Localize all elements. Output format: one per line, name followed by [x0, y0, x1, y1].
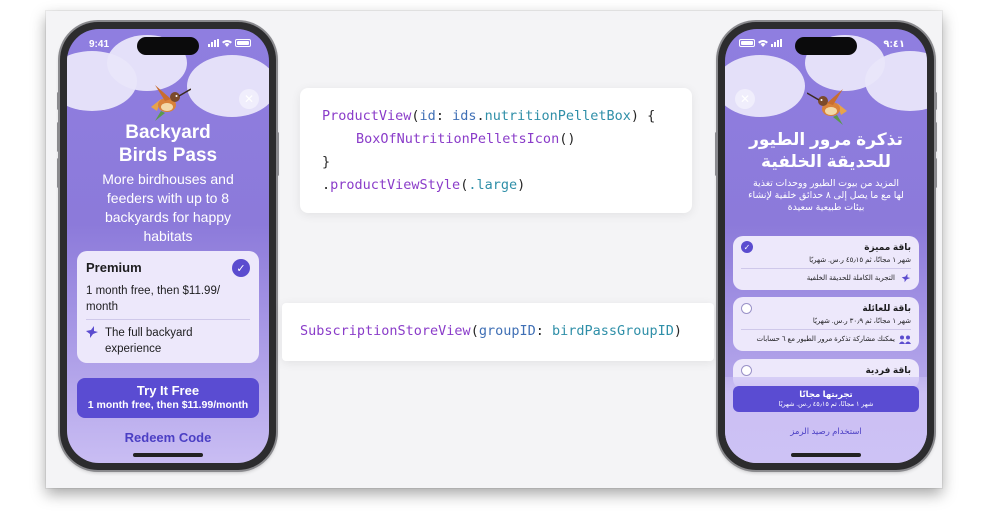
- home-indicator: [791, 453, 861, 457]
- status-time: 9:41: [89, 39, 110, 50]
- close-button[interactable]: ✕: [239, 89, 259, 109]
- status-icons: [208, 39, 251, 47]
- paywall-subtitle: More birdhouses and feeders with up to 8…: [102, 171, 234, 244]
- cta-sublabel: 1 month free, then $11.99/month: [87, 399, 249, 411]
- signal-icon: [208, 39, 219, 47]
- code-snippet-productview: ProductView(id: ids.nutritionPelletBox) …: [300, 88, 692, 213]
- paywall-subtitle: المزيد من بيوت الطيور ووحدات تغذية لها م…: [748, 178, 904, 213]
- close-button[interactable]: ✕: [735, 89, 755, 109]
- plan-option-premium[interactable]: Premium ✓ 1 month free, then $11.99/ mon…: [77, 251, 259, 363]
- plan-feature: التجربة الكاملة للحديقة الخلفية: [806, 275, 895, 282]
- cloud-decoration: [187, 55, 269, 117]
- dynamic-island: [137, 37, 199, 55]
- plan-name: باقة فردية: [865, 365, 911, 375]
- status-time: ٩:٤١: [883, 39, 905, 50]
- wifi-icon: [222, 40, 232, 47]
- plan-feature: The full backyard experience: [105, 327, 193, 355]
- side-button: [934, 92, 937, 110]
- plan-price: 1 month free, then $11.99/ month: [86, 285, 221, 313]
- left-paywall-screen: 9:41 ✕ Backyard Birds Pass More birdhous…: [67, 29, 269, 463]
- hummingbird-icon: [151, 85, 191, 121]
- side-button: [57, 92, 60, 110]
- side-button: [276, 132, 279, 176]
- redeem-code-link[interactable]: استخدام رصيد الرمز: [725, 426, 927, 437]
- code-line: ProductView(id: ids.nutritionPelletBox) …: [322, 108, 656, 124]
- code-snippet-subscription: SubscriptionStoreView(groupID: birdPassG…: [282, 303, 714, 361]
- plan-divider: [86, 319, 250, 320]
- try-free-button[interactable]: Try It Free 1 month free, then $11.99/mo…: [77, 378, 259, 418]
- checkmark-icon: ✓: [741, 241, 753, 253]
- plan-name: باقة للعائلة: [862, 303, 911, 313]
- right-paywall-screen-arabic: ٩:٤١ ✕ تذكرة مرور الطيور للحديقة الخلفية…: [725, 29, 927, 463]
- radio-button: [741, 303, 752, 314]
- radio-button: [741, 365, 752, 376]
- plan-feature: يمكنك مشاركة تذكرة مرور الطيور مع ٦ حساب…: [756, 336, 896, 343]
- battery-icon: [235, 39, 251, 47]
- signal-icon: [771, 39, 782, 47]
- side-button: [715, 132, 718, 176]
- people-icon: [899, 335, 911, 344]
- try-free-button[interactable]: تجربتها مجانًا شهر ١ مجانًا، ثم ٤٥٫١٥ ر.…: [733, 386, 919, 412]
- left-iphone: 9:41 ✕ Backyard Birds Pass More birdhous…: [57, 22, 279, 470]
- side-button: [57, 158, 60, 188]
- dynamic-island: [795, 37, 857, 55]
- wifi-icon: [758, 40, 768, 47]
- plan-divider: [741, 329, 911, 330]
- battery-icon: [739, 39, 755, 47]
- bird-icon: [86, 326, 98, 338]
- slide-canvas: 9:41 ✕ Backyard Birds Pass More birdhous…: [46, 11, 942, 488]
- right-iphone: ٩:٤١ ✕ تذكرة مرور الطيور للحديقة الخلفية…: [715, 22, 937, 470]
- hummingbird-icon: [807, 89, 847, 125]
- paywall-title: Backyard Birds Pass: [118, 122, 218, 166]
- code-line: SubscriptionStoreView(groupID: birdPassG…: [300, 323, 683, 339]
- cta-label: تجربتها مجانًا: [799, 389, 853, 399]
- code-line: BoxOfNutritionPelletsIcon(): [356, 131, 576, 147]
- redeem-code-link[interactable]: Redeem Code: [67, 430, 269, 445]
- plan-price: شهر ١ مجانًا، ثم ٤٥٫١٥ ر.س. شهريًا: [809, 257, 911, 264]
- code-line: }: [322, 154, 331, 170]
- plan-option-premium[interactable]: باقة مميزة ✓ شهر ١ مجانًا، ثم ٤٥٫١٥ ر.س.…: [733, 236, 919, 290]
- status-icons: [739, 39, 782, 47]
- plan-name: Premium: [86, 260, 142, 275]
- side-button: [57, 122, 60, 152]
- plan-price: شهر ١ مجانًا، ثم ٣٠٫٩ ر.س. شهريًا: [812, 318, 911, 325]
- cloud-decoration: [725, 55, 805, 117]
- plan-option-family[interactable]: باقة للعائلة شهر ١ مجانًا، ثم ٣٠٫٩ ر.س. …: [733, 297, 919, 351]
- home-indicator: [133, 453, 203, 457]
- code-line: .productViewStyle(.large): [322, 177, 526, 193]
- side-button: [934, 158, 937, 188]
- plan-divider: [741, 268, 911, 269]
- checkmark-icon: ✓: [232, 259, 250, 277]
- bird-icon: [901, 273, 911, 283]
- cta-label: Try It Free: [136, 383, 200, 398]
- side-button: [934, 122, 937, 152]
- paywall-title: تذكرة مرور الطيور للحديقة الخلفية: [749, 130, 903, 171]
- plan-name: باقة مميزة: [864, 242, 911, 252]
- cta-sublabel: شهر ١ مجانًا، ثم ٤٥٫١٥ ر.س. شهريًا: [778, 401, 874, 408]
